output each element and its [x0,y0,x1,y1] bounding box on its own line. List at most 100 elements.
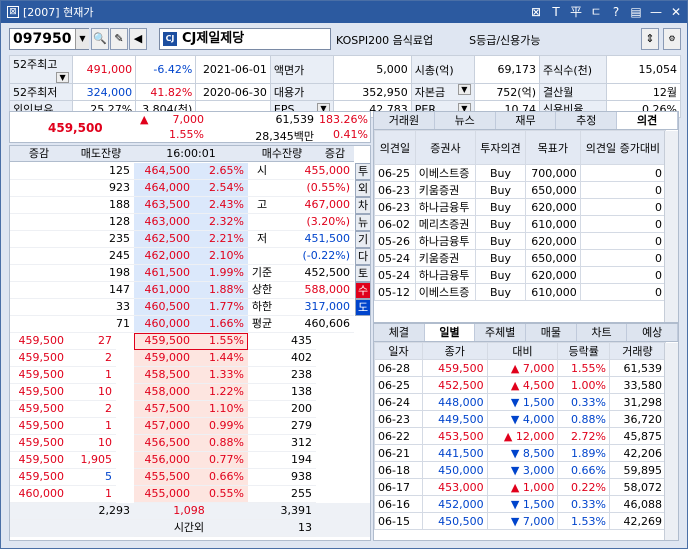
daily-col-header: 등락률 [557,342,610,360]
stat-label: 시 [248,163,276,180]
daily-rate: 1.53% [557,512,610,530]
info-cell[interactable]: 52주최고 ▼ [8,55,74,84]
col-change-header[interactable]: 증감 [10,146,68,162]
trade-volume: 2 [68,401,116,418]
tool-icon[interactable]: ✎ [110,28,128,50]
ask-rate: 1.88% [194,282,248,299]
bid-price: 456,000 [134,452,194,469]
window-icon-button[interactable]: ⊠ [529,4,543,20]
opinion-cell: 메리츠증권 [414,215,477,233]
daily-rate: 0.66% [557,461,610,479]
stat-label: 고 [248,197,276,214]
opinion-cell: 06-25 [374,164,416,182]
info-value: 2021-06-01 [202,63,267,76]
tab-4[interactable]: 의견 [617,112,678,129]
daily-volume: 45,875 [608,427,667,445]
stat-label: 상한 [248,282,276,299]
daily-tab-4[interactable]: 차트 [577,324,628,341]
daily-tab-1[interactable]: 일별 [424,324,476,341]
opinion-cell: 하나금융투 [414,266,477,284]
bid-row: 459,500 5 455,500 0.66% 938 [10,469,370,486]
opinion-row: 06-23 하나금융투 Buy 620,000 0 [374,198,667,216]
side-tab-7[interactable]: 수 [355,282,370,299]
opinion-cell: 650,000 [524,249,581,267]
opinion-scrollbar[interactable] [664,131,678,322]
search-icon[interactable]: 🔍 [91,28,109,50]
total-ask: 2,293 [10,503,134,520]
info-row: 52주최고 ▼ 491,000 -6.42% 2021-06-01 액면가 5,000 시총(… [8,55,681,84]
info-cell: 2021-06-01 [195,55,271,84]
dropdown-icon[interactable]: ▼ [56,72,70,83]
col-change2-header[interactable]: 증감 [316,146,354,162]
title-bar[interactable]: ⊠ [2007] 현재가 ⊠ T 平ㄷ? ▤ — ✕ [1,1,687,23]
daily-volume: 33,580 [608,376,667,394]
ask-price: 461,500 [134,265,194,282]
info-cell: 주식수(천) [539,55,608,84]
opinion-cell: 06-02 [374,215,416,233]
side-tab-8[interactable]: 도 [355,299,370,316]
side-tab-2[interactable]: 차 [355,197,370,214]
tab-2[interactable]: 재무 [496,112,557,129]
dropdown-icon[interactable]: ▼ [457,84,471,95]
minimize-icon[interactable]: — [649,4,663,20]
daily-tab-2[interactable]: 주체별 [475,324,527,341]
trade-price: 459,500 [10,418,68,435]
daily-tab-5[interactable]: 예상 [627,324,678,341]
bid-rate: 0.55% [194,486,248,503]
pin-icon[interactable]: 平 [569,4,583,20]
ask-price: 461,000 [134,282,194,299]
opinion-cell: 620,000 [524,266,581,284]
daily-diff: ▼ 8,500 [486,444,559,462]
daily-scrollbar[interactable] [664,343,678,540]
tab-3[interactable]: 추정 [556,112,618,129]
side-tab-4[interactable]: 기 [355,231,370,248]
sort-icon[interactable]: ⇕ [641,28,659,50]
opinion-cell: Buy [475,232,526,250]
side-tab-5[interactable]: 다 [355,248,370,265]
speaker-icon[interactable]: ◀ [129,28,147,50]
help-icon[interactable]: ? [609,4,623,20]
stat-row: 하한 317,000 [248,299,354,316]
daily-row: 06-24 448,000 ▼ 1,500 0.33% 31,298 [374,393,667,411]
daily-tab-3[interactable]: 매물 [526,324,577,341]
ask-rate: 2.54% [194,180,248,197]
side-tab-1[interactable]: 외 [355,180,370,197]
side-tab-3[interactable]: 뉴 [355,214,370,231]
info-value: 352,950 [362,85,408,99]
daily-volume: 61,539 [608,359,667,377]
close-icon[interactable]: ✕ [669,4,683,20]
code-dropdown-icon[interactable]: ▼ [75,29,89,49]
side-tab-6[interactable]: 토 [355,265,370,282]
daily-date: 06-15 [374,512,423,530]
settings-icon[interactable]: ⚙ [663,28,681,50]
tab-0[interactable]: 거래원 [374,112,435,129]
title-t-button[interactable]: T [549,4,563,20]
ask-quantity: 147 [68,282,134,299]
restore-icon[interactable]: ㄷ [589,4,603,20]
info-value: 41.82% [150,85,193,99]
tab-1[interactable]: 뉴스 [435,112,496,129]
opinion-cell: Buy [475,249,526,267]
info-cell[interactable]: 자본금 ▼ [410,83,475,101]
daily-close: 450,000 [421,461,488,479]
trade-price: 459,500 [10,401,68,418]
ask-chg [10,163,68,180]
stock-name-field[interactable]: CJ CJ제일제당 [159,28,331,50]
side-tab-0[interactable]: 투 [355,163,370,180]
opinion-cell: 620,000 [524,232,581,250]
bid-rate: 1.22% [194,384,248,401]
ask-chg [10,214,68,231]
daily-volume: 46,088 [608,495,667,513]
trade-price: 459,500 [10,367,68,384]
stat-row: 평균 460,606 [248,316,354,333]
bid-price: 457,000 [134,418,194,435]
menu-icon[interactable]: ▤ [629,4,643,20]
daily-tab-0[interactable]: 체결 [374,324,425,341]
info-value: 자본금 [414,86,446,99]
opinion-cell: Buy [475,266,526,284]
daily-diff: ▼ 1,500 [486,393,559,411]
stock-selector-row: 097950 ▼ 🔍 ✎ ◀ CJ CJ제일제당 KOSPI200 음식료업 S등… [9,28,681,52]
info-table: 52주최고 ▼ 491,000 -6.42% 2021-06-01 액면가 5,000 시총(… [8,55,681,118]
opinion-cell: 06-23 [374,181,416,199]
main-window: ⊠ [2007] 현재가 ⊠ T 平ㄷ? ▤ — ✕ 097950 ▼ 🔍 ✎ ◀ CJ … [0,0,688,549]
